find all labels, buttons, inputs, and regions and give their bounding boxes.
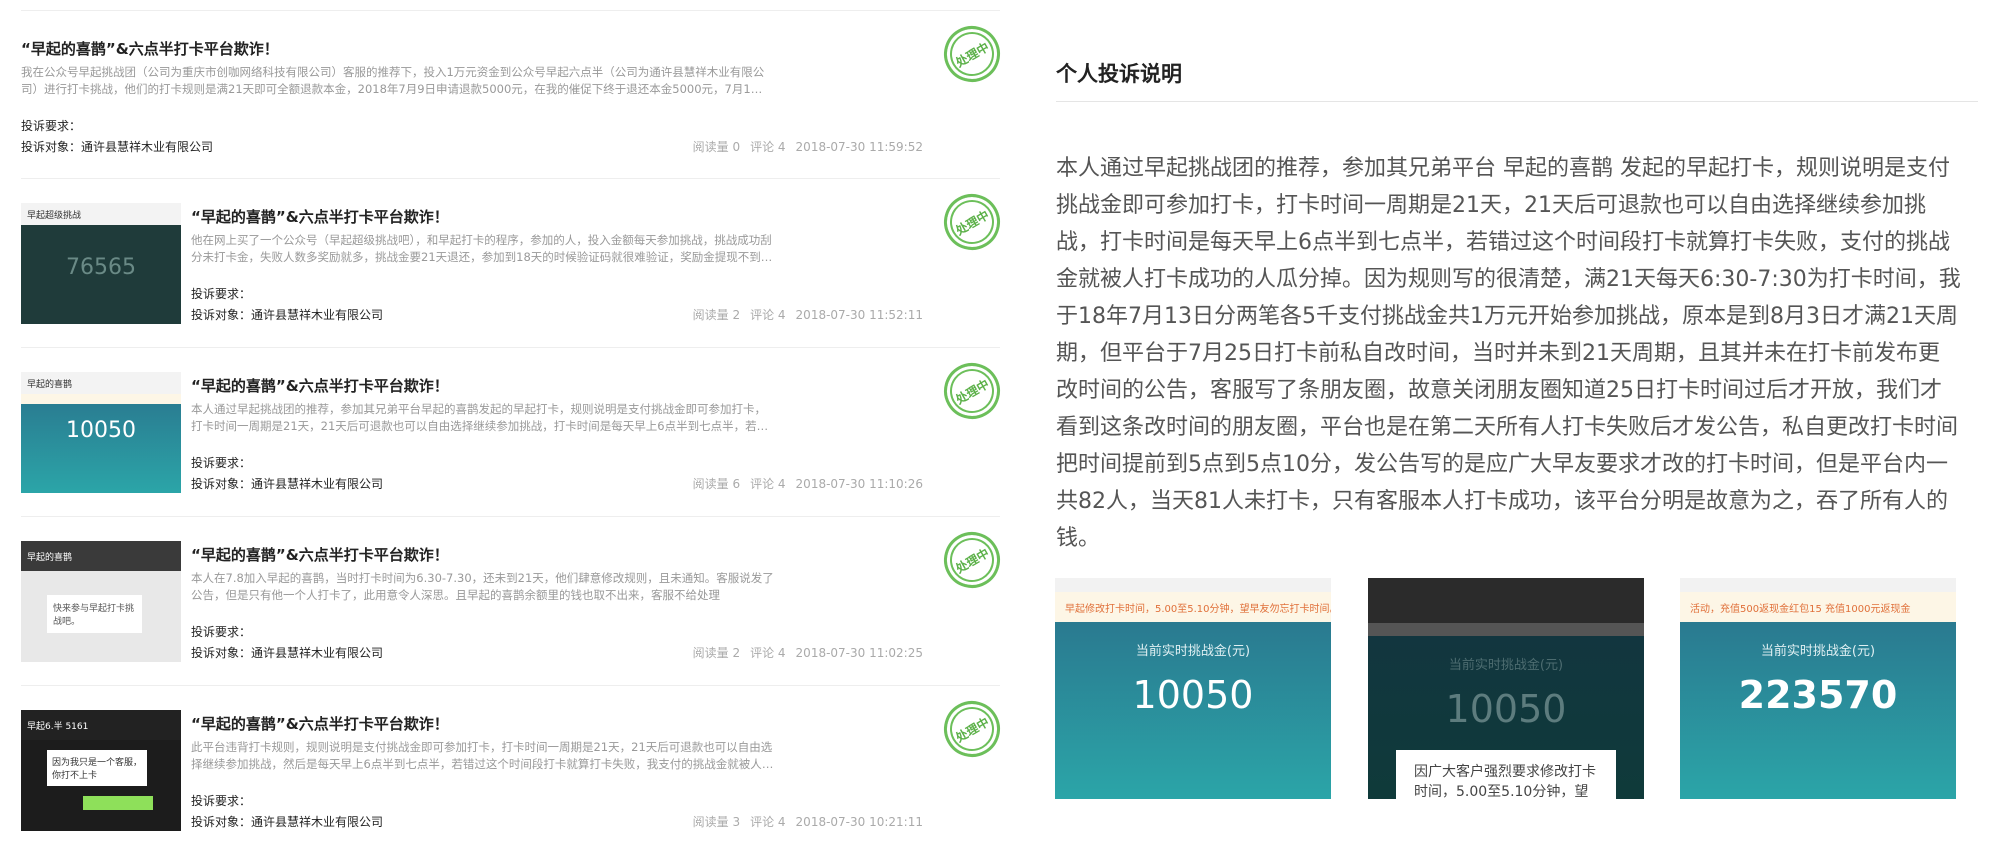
shot-number: 10050 xyxy=(1132,673,1254,717)
thumb-number: 10050 xyxy=(66,418,136,443)
divider xyxy=(1056,101,1978,102)
complaint-thumbnail[interactable]: 早起超级挑战 76565 xyxy=(21,203,181,324)
read-count: 阅读量 0 xyxy=(692,140,741,154)
detail-heading: 个人投诉说明 xyxy=(1056,62,1182,86)
complaint-card[interactable]: “早起的喜鹊”&六点半打卡平台欺诈！ 我在公众号早起挑战团（公司为重庆市创咖网络… xyxy=(21,10,1011,179)
thumb-header: 早起的喜鹊 xyxy=(21,372,181,394)
thumb-header: 早起的喜鹊 xyxy=(21,541,181,571)
comment-count: 评论 4 xyxy=(750,815,786,829)
complaint-request: 投诉要求： xyxy=(191,625,252,639)
evidence-image[interactable]: 活动，充值500返现金红包15 充值1000元返现金 当前实时挑战金(元) 22… xyxy=(1680,578,1956,799)
complaint-target: 投诉对象：通许县慧祥木业有限公司 xyxy=(21,140,214,154)
thumb-message: 因为我只是一个客服，你打不上卡 xyxy=(47,750,147,786)
complaint-request: 投诉要求： xyxy=(21,119,82,133)
comment-count: 评论 4 xyxy=(750,646,786,660)
thumb-message: 快来参与早起打卡挑战吧。 xyxy=(47,595,142,633)
complaint-list: “早起的喜鹊”&六点半打卡平台欺诈！ 我在公众号早起挑战团（公司为重庆市创咖网络… xyxy=(0,0,1011,858)
complaint-target: 投诉对象：通许县慧祥木业有限公司 xyxy=(191,477,384,491)
complaint-meta: 阅读量 0 评论 4 2018-07-30 11:59:52 xyxy=(683,138,923,155)
complaint-thumbnail[interactable]: 早起的喜鹊 快来参与早起打卡挑战吧。 xyxy=(21,541,181,662)
complaint-card[interactable]: 早起的喜鹊 快来参与早起打卡挑战吧。 “早起的喜鹊”&六点半打卡平台欺诈！ 本人… xyxy=(21,516,1011,685)
timestamp: 2018-07-30 11:10:26 xyxy=(795,477,923,491)
complaint-title[interactable]: “早起的喜鹊”&六点半打卡平台欺诈！ xyxy=(21,38,279,59)
notice-banner: 活动，充值500返现金红包15 充值1000元返现金 xyxy=(1680,592,1956,622)
notice-popup: 因广大客户强烈要求修改打卡时间，5.00至5.10分钟，望早 xyxy=(1396,750,1616,799)
complaint-request: 投诉要求： xyxy=(191,456,252,470)
thumb-header: 早起超级挑战 xyxy=(21,203,181,225)
shot-label: 当前实时挑战金(元) xyxy=(1135,644,1251,659)
read-count: 阅读量 2 xyxy=(692,646,741,660)
complaint-meta: 阅读量 3 评论 4 2018-07-30 10:21:11 xyxy=(683,813,923,830)
status-stamp: 处理中 xyxy=(933,15,1011,93)
status-stamp: 处理中 xyxy=(933,352,1011,430)
timestamp: 2018-07-30 10:21:11 xyxy=(795,815,923,829)
complaint-desc: 他在网上买了一个公众号（早起超级挑战吧），和早起打卡的程序，参加的人，投入金额每… xyxy=(191,233,772,264)
notice-banner: 早起修改打卡时间，5.00至5.10分钟，望早友勿忘打卡时间。 xyxy=(1055,592,1331,622)
complaint-request: 投诉要求： xyxy=(191,794,252,808)
complaint-thumbnail[interactable]: 早起的喜鹊 10050 xyxy=(21,372,181,493)
shot-number: 10050 xyxy=(1445,687,1567,731)
comment-count: 评论 4 xyxy=(750,140,786,154)
complaint-target: 投诉对象：通许县慧祥木业有限公司 xyxy=(191,308,384,322)
timestamp: 2018-07-30 11:52:11 xyxy=(795,308,923,322)
shot-label: 当前实时挑战金(元) xyxy=(1760,644,1876,659)
timestamp: 2018-07-30 11:02:25 xyxy=(795,646,923,660)
complaint-desc: 本人通过早起挑战团的推荐，参加其兄弟平台早起的喜鹊发起的早起打卡，规则说明是支付… xyxy=(191,402,769,433)
complaint-card[interactable]: 早起的喜鹊 10050 “早起的喜鹊”&六点半打卡平台欺诈！ 本人通过早起挑战团… xyxy=(21,347,1011,516)
status-stamp: 处理中 xyxy=(933,521,1011,599)
comment-count: 评论 4 xyxy=(750,308,786,322)
thumb-number: 76565 xyxy=(66,255,136,280)
shot-label: 当前实时挑战金(元) xyxy=(1448,658,1564,673)
complaint-meta: 阅读量 2 评论 4 2018-07-30 11:52:11 xyxy=(683,306,923,323)
timestamp: 2018-07-30 11:59:52 xyxy=(795,140,923,154)
complaint-title[interactable]: “早起的喜鹊”&六点半打卡平台欺诈！ xyxy=(191,206,449,227)
complaint-thumbnail[interactable]: 早起6.半 5161 因为我只是一个客服，你打不上卡 xyxy=(21,710,181,831)
read-count: 阅读量 6 xyxy=(692,477,741,491)
complaint-request: 投诉要求： xyxy=(191,287,252,301)
complaint-title[interactable]: “早起的喜鹊”&六点半打卡平台欺诈！ xyxy=(191,375,449,396)
status-stamp: 处理中 xyxy=(933,183,1011,261)
complaint-desc: 本人在7.8加入早起的喜鹊，当时打卡时间为6.30-7.30，还未到21天，他们… xyxy=(191,571,774,602)
complaint-target: 投诉对象：通许县慧祥木业有限公司 xyxy=(191,815,384,829)
thumb-header: 早起6.半 5161 xyxy=(21,710,181,740)
status-stamp: 处理中 xyxy=(933,690,1011,768)
evidence-image[interactable]: 当前实时挑战金(元) 10050 因广大客户强烈要求修改打卡时间，5.00至5.… xyxy=(1368,578,1644,799)
comment-count: 评论 4 xyxy=(750,477,786,491)
complaint-desc: 我在公众号早起挑战团（公司为重庆市创咖网络科技有限公司）客服的推荐下，投入1万元… xyxy=(21,65,765,96)
read-count: 阅读量 2 xyxy=(692,308,741,322)
complaint-meta: 阅读量 2 评论 4 2018-07-30 11:02:25 xyxy=(683,644,923,661)
evidence-image[interactable]: 早起修改打卡时间，5.00至5.10分钟，望早友勿忘打卡时间。 当前实时挑战金(… xyxy=(1055,578,1331,799)
complaint-target: 投诉对象：通许县慧祥木业有限公司 xyxy=(191,646,384,660)
read-count: 阅读量 3 xyxy=(692,815,741,829)
detail-body: 本人通过早起挑战团的推荐，参加其兄弟平台 早起的喜鹊 发起的早起打卡，规则说明是… xyxy=(1056,156,1961,551)
complaint-title[interactable]: “早起的喜鹊”&六点半打卡平台欺诈！ xyxy=(191,713,449,734)
complaint-card[interactable]: 早起6.半 5161 因为我只是一个客服，你打不上卡 “早起的喜鹊”&六点半打卡… xyxy=(21,685,1011,854)
complaint-meta: 阅读量 6 评论 4 2018-07-30 11:10:26 xyxy=(683,475,923,492)
complaint-desc: 此平台违背打卡规则，规则说明是支付挑战金即可参加打卡，打卡时间一周期是21天，2… xyxy=(191,740,774,771)
complaint-title[interactable]: “早起的喜鹊”&六点半打卡平台欺诈！ xyxy=(191,544,449,565)
shot-number: 223570 xyxy=(1738,673,1898,717)
complaint-card[interactable]: 早起超级挑战 76565 “早起的喜鹊”&六点半打卡平台欺诈！ 他在网上买了一个… xyxy=(21,178,1011,347)
